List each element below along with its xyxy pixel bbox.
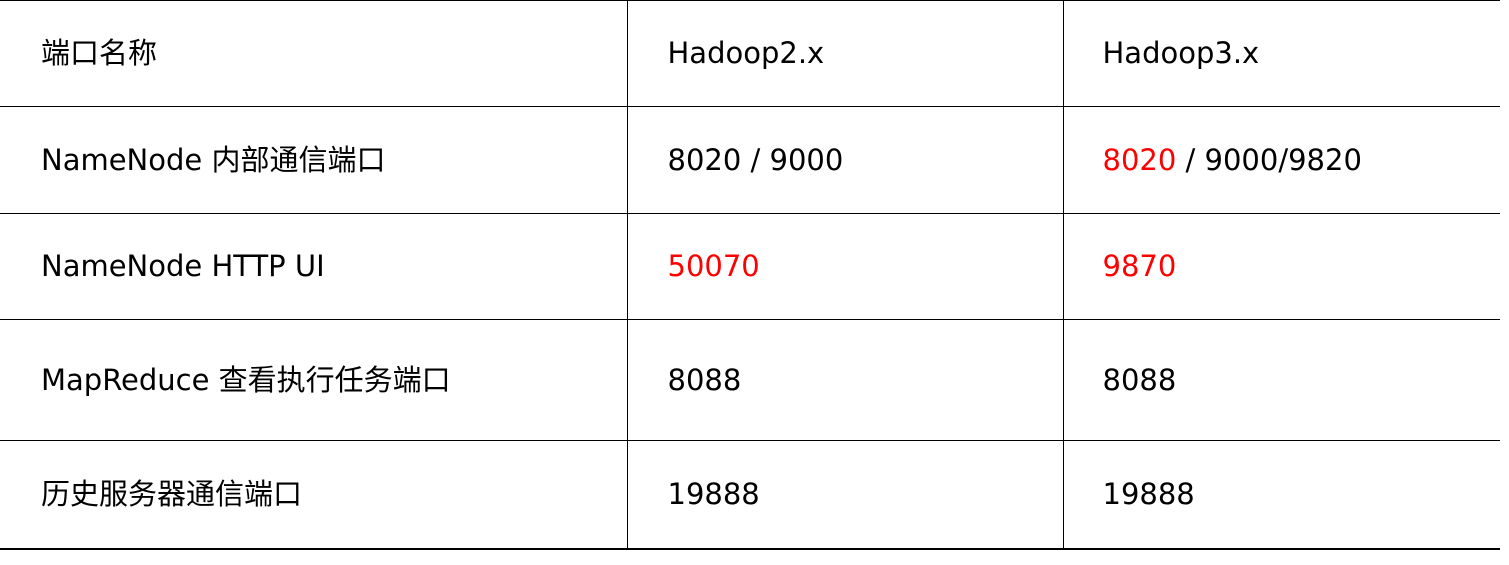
table-row: MapReduce 查看执行任务端口 8088 8088 <box>0 319 1500 441</box>
cell-hadoop2: 19888 <box>626 440 1063 550</box>
highlighted-port: 8020 <box>1102 142 1177 177</box>
cell-hadoop3: 8020 / 9000/9820 <box>1062 106 1500 214</box>
hadoop-port-table: 端口名称 Hadoop2.x Hadoop3.x NameNode 内部通信端口… <box>0 0 1500 550</box>
cell-hadoop2-highlighted: 50070 <box>626 213 1063 320</box>
cell-port-name: MapReduce 查看执行任务端口 <box>0 319 627 441</box>
cell-hadoop3: 8088 <box>1062 319 1500 441</box>
cell-hadoop2: 8020 / 9000 <box>626 106 1063 214</box>
header-hadoop2: Hadoop2.x <box>626 0 1063 107</box>
header-port-name: 端口名称 <box>0 0 627 107</box>
header-hadoop3: Hadoop3.x <box>1062 0 1500 107</box>
cell-hadoop2: 8088 <box>626 319 1063 441</box>
table-row: NameNode 内部通信端口 8020 / 9000 8020 / 9000/… <box>0 106 1500 214</box>
cell-port-name: 历史服务器通信端口 <box>0 440 627 550</box>
cell-hadoop3-rest: / 9000/9820 <box>1176 142 1362 177</box>
table-row: NameNode HTTP UI 50070 9870 <box>0 213 1500 320</box>
cell-port-name: NameNode 内部通信端口 <box>0 106 627 214</box>
cell-hadoop3-highlighted: 9870 <box>1062 213 1500 320</box>
cell-port-name: NameNode HTTP UI <box>0 213 627 320</box>
port-table-container: 端口名称 Hadoop2.x Hadoop3.x NameNode 内部通信端口… <box>0 0 1500 565</box>
table-row: 历史服务器通信端口 19888 19888 <box>0 440 1500 550</box>
table-header-row: 端口名称 Hadoop2.x Hadoop3.x <box>0 0 1500 107</box>
cell-hadoop3: 19888 <box>1062 440 1500 550</box>
